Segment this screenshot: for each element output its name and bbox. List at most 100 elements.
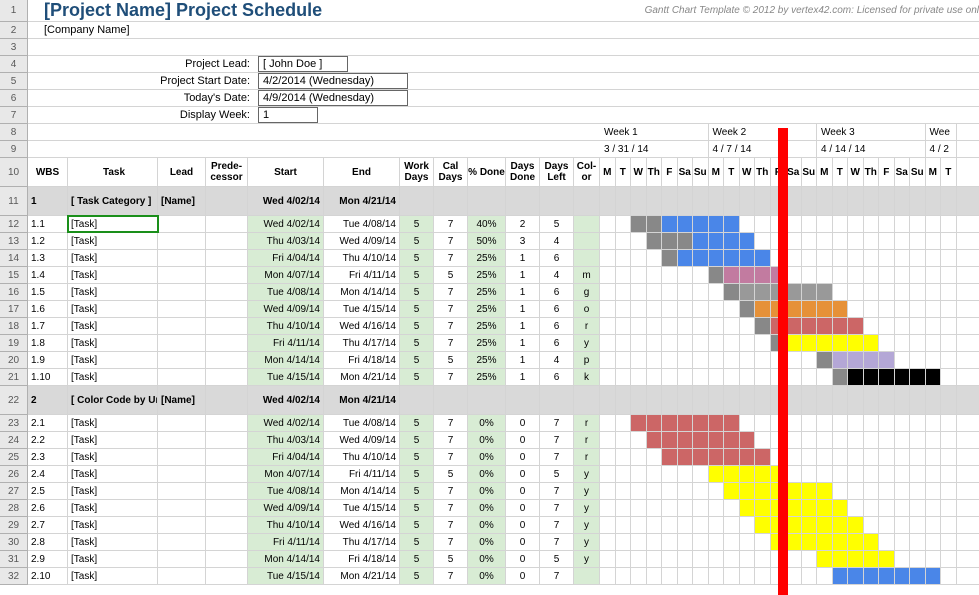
gantt-day-cell[interactable] bbox=[802, 250, 818, 266]
start-cell[interactable]: Mon 4/07/14 bbox=[248, 267, 324, 283]
start-cell[interactable]: Tue 4/08/14 bbox=[248, 483, 324, 499]
gantt-day-cell[interactable] bbox=[879, 267, 895, 283]
gantt-day-cell[interactable] bbox=[864, 318, 880, 334]
gantt-day-cell[interactable] bbox=[678, 369, 694, 385]
color-cell[interactable] bbox=[574, 568, 600, 584]
gantt-day-cell[interactable] bbox=[678, 483, 694, 499]
gantt-day-cell[interactable] bbox=[740, 466, 756, 482]
task-cell[interactable]: [Task] bbox=[68, 568, 158, 584]
gantt-day-cell[interactable] bbox=[647, 352, 663, 368]
row-number[interactable]: 11 bbox=[0, 187, 28, 216]
gantt-day-cell[interactable] bbox=[647, 449, 663, 465]
gantt-day-cell[interactable] bbox=[864, 216, 880, 232]
gantt-day-cell[interactable] bbox=[833, 415, 849, 431]
row-number[interactable]: 27 bbox=[0, 483, 28, 500]
daysleft-cell[interactable]: 4 bbox=[540, 352, 574, 368]
gantt-day-cell[interactable] bbox=[631, 352, 647, 368]
end-cell[interactable]: Wed 4/16/14 bbox=[324, 517, 400, 533]
workdays-cell[interactable]: 5 bbox=[400, 318, 434, 334]
gantt-day-cell[interactable] bbox=[755, 216, 771, 232]
daysleft-cell[interactable]: 5 bbox=[540, 466, 574, 482]
gantt-day-cell[interactable] bbox=[631, 415, 647, 431]
gantt-day-cell[interactable] bbox=[817, 352, 833, 368]
gantt-day-cell[interactable] bbox=[833, 369, 849, 385]
gantt-day-cell[interactable] bbox=[910, 449, 926, 465]
gantt-day-cell[interactable] bbox=[647, 534, 663, 550]
gantt-day-cell[interactable] bbox=[724, 187, 740, 215]
gantt-day-cell[interactable] bbox=[848, 284, 864, 300]
gantt-day-cell[interactable] bbox=[755, 500, 771, 516]
gantt-day-cell[interactable] bbox=[848, 432, 864, 448]
data-row[interactable]: 111[ Task Category ][Name]Wed 4/02/14Mon… bbox=[0, 187, 979, 216]
gantt-day-cell[interactable] bbox=[786, 352, 802, 368]
gantt-day-cell[interactable] bbox=[616, 534, 632, 550]
data-row[interactable]: 191.8[Task]Fri 4/11/14Thu 4/17/145725%16… bbox=[0, 335, 979, 352]
gantt-day-cell[interactable] bbox=[895, 352, 911, 368]
gantt-day-cell[interactable] bbox=[600, 250, 616, 266]
gantt-day-cell[interactable] bbox=[848, 250, 864, 266]
pred-cell[interactable] bbox=[206, 233, 248, 249]
gantt-day-cell[interactable] bbox=[678, 466, 694, 482]
gantt-day-cell[interactable] bbox=[910, 386, 926, 414]
gantt-day-cell[interactable] bbox=[755, 187, 771, 215]
gantt-day-cell[interactable] bbox=[693, 568, 709, 584]
caldays-cell[interactable]: 7 bbox=[434, 216, 468, 232]
gantt-day-cell[interactable] bbox=[879, 318, 895, 334]
gantt-day-cell[interactable] bbox=[833, 187, 849, 215]
daysdone-cell[interactable]: 0 bbox=[506, 466, 540, 482]
gantt-day-cell[interactable] bbox=[864, 517, 880, 533]
gantt-day-cell[interactable] bbox=[678, 233, 694, 249]
gantt-day-cell[interactable] bbox=[724, 517, 740, 533]
row-number[interactable]: 1 bbox=[0, 0, 28, 22]
gantt-day-cell[interactable] bbox=[864, 415, 880, 431]
gantt-day-cell[interactable] bbox=[740, 352, 756, 368]
daysleft-cell[interactable]: 7 bbox=[540, 415, 574, 431]
lead-cell[interactable] bbox=[158, 415, 206, 431]
pred-cell[interactable] bbox=[206, 267, 248, 283]
gantt-day-cell[interactable] bbox=[926, 466, 942, 482]
lead-cell[interactable] bbox=[158, 517, 206, 533]
end-cell[interactable]: Wed 4/09/14 bbox=[324, 233, 400, 249]
data-row[interactable]: 141.3[Task]Fri 4/04/14Thu 4/10/145725%16 bbox=[0, 250, 979, 267]
daysleft-cell[interactable]: 7 bbox=[540, 449, 574, 465]
color-cell[interactable]: r bbox=[574, 415, 600, 431]
gantt-day-cell[interactable] bbox=[910, 284, 926, 300]
data-row[interactable]: 211.10[Task]Tue 4/15/14Mon 4/21/145725%1… bbox=[0, 369, 979, 386]
task-cell[interactable]: [Task] bbox=[68, 432, 158, 448]
color-cell[interactable]: y bbox=[574, 466, 600, 482]
gantt-day-cell[interactable] bbox=[616, 267, 632, 283]
color-cell[interactable]: y bbox=[574, 335, 600, 351]
caldays-cell[interactable]: 7 bbox=[434, 250, 468, 266]
gantt-day-cell[interactable] bbox=[678, 335, 694, 351]
gantt-day-cell[interactable] bbox=[616, 483, 632, 499]
color-cell[interactable] bbox=[574, 250, 600, 266]
pct-cell[interactable]: 0% bbox=[468, 432, 506, 448]
lead-cell[interactable] bbox=[158, 233, 206, 249]
gantt-day-cell[interactable] bbox=[941, 551, 957, 567]
gantt-day-cell[interactable] bbox=[724, 216, 740, 232]
data-row[interactable]: 262.4[Task]Mon 4/07/14Fri 4/11/14550%05y bbox=[0, 466, 979, 483]
gantt-day-cell[interactable] bbox=[740, 216, 756, 232]
end-cell[interactable]: Mon 4/21/14 bbox=[324, 369, 400, 385]
end-cell[interactable]: Mon 4/21/14 bbox=[324, 187, 400, 215]
gantt-day-cell[interactable] bbox=[786, 483, 802, 499]
row-number[interactable]: 15 bbox=[0, 267, 28, 284]
daysleft-cell[interactable] bbox=[540, 386, 574, 414]
end-cell[interactable]: Thu 4/10/14 bbox=[324, 250, 400, 266]
gantt-day-cell[interactable] bbox=[631, 568, 647, 584]
gantt-day-cell[interactable] bbox=[941, 233, 957, 249]
gantt-day-cell[interactable] bbox=[802, 267, 818, 283]
gantt-day-cell[interactable] bbox=[941, 301, 957, 317]
workdays-cell[interactable]: 5 bbox=[400, 551, 434, 567]
caldays-cell[interactable]: 7 bbox=[434, 534, 468, 550]
lead-cell[interactable] bbox=[158, 318, 206, 334]
gantt-day-cell[interactable] bbox=[724, 318, 740, 334]
gantt-day-cell[interactable] bbox=[647, 568, 663, 584]
gantt-day-cell[interactable] bbox=[848, 267, 864, 283]
daysdone-cell[interactable]: 0 bbox=[506, 483, 540, 499]
gantt-day-cell[interactable] bbox=[848, 551, 864, 567]
gantt-day-cell[interactable] bbox=[864, 250, 880, 266]
gantt-day-cell[interactable] bbox=[879, 233, 895, 249]
task-cell[interactable]: [Task] bbox=[68, 267, 158, 283]
gantt-day-cell[interactable] bbox=[631, 284, 647, 300]
